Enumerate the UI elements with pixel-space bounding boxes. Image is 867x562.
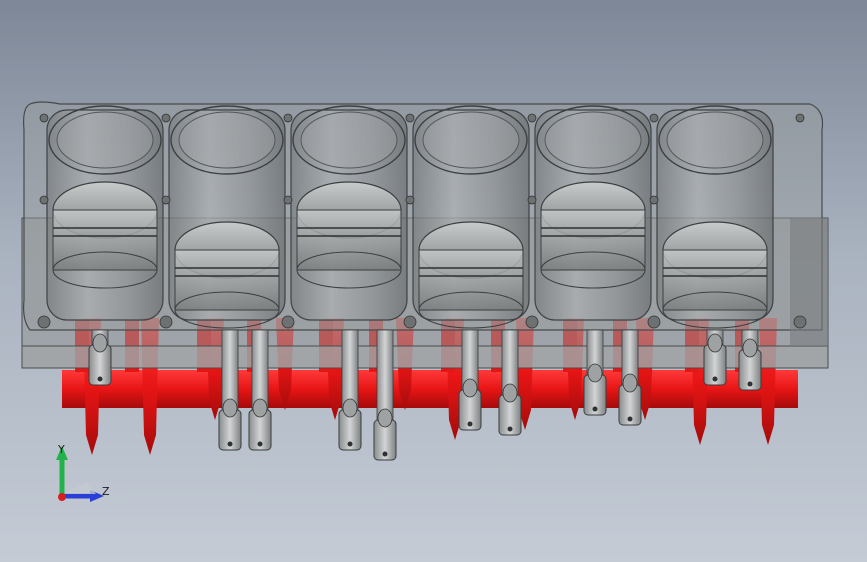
cap-bolt bbox=[592, 406, 598, 412]
rod-big-end bbox=[583, 329, 607, 416]
main-bolt-hole bbox=[525, 315, 539, 329]
piston-skirt bbox=[296, 209, 402, 271]
cylinder bbox=[159, 105, 286, 329]
main-bolt-hole bbox=[281, 315, 295, 329]
cylinder-block[interactable] bbox=[21, 101, 829, 369]
crankshaft-main-journal bbox=[62, 370, 798, 408]
crank-pin-end bbox=[587, 363, 603, 383]
cap-bolt bbox=[97, 376, 103, 382]
main-bolt-hole bbox=[403, 315, 417, 329]
crank-pin-end bbox=[462, 378, 478, 398]
head-bolt-hole bbox=[527, 113, 537, 123]
rod-big-end bbox=[738, 329, 762, 391]
head-bolt-hole bbox=[283, 113, 293, 123]
crank-pin-end bbox=[222, 398, 238, 418]
rod-big-end bbox=[618, 329, 642, 426]
rod-big-end bbox=[703, 329, 727, 386]
main-bolt-hole bbox=[159, 315, 173, 329]
cap-bolt bbox=[747, 381, 753, 387]
rod-big-end bbox=[373, 329, 397, 461]
cylinder bbox=[647, 105, 774, 329]
head-bolt-hole bbox=[161, 113, 171, 123]
rod-big-end bbox=[338, 329, 362, 451]
cylinder bbox=[403, 105, 530, 329]
bore-inner-ring bbox=[422, 111, 520, 169]
bore-inner-ring bbox=[544, 111, 642, 169]
crank-pin-end bbox=[342, 398, 358, 418]
piston-skirt bbox=[662, 249, 768, 311]
z-axis-label: Z bbox=[102, 485, 110, 498]
main-bolt-hole bbox=[647, 315, 661, 329]
head-bolt-hole bbox=[649, 113, 659, 123]
head-bolt-hole bbox=[283, 195, 293, 205]
head-bolt-hole bbox=[161, 195, 171, 205]
rod-big-end bbox=[248, 329, 272, 451]
bore-inner-ring bbox=[56, 111, 154, 169]
piston-skirt bbox=[52, 209, 158, 271]
crank-pin-end bbox=[742, 338, 758, 358]
block-end-face bbox=[790, 218, 828, 346]
cylinder bbox=[281, 105, 408, 329]
main-bolt-hole bbox=[793, 315, 807, 329]
head-bolt-hole bbox=[39, 195, 49, 205]
engine-block-model[interactable] bbox=[0, 0, 867, 562]
piston-skirt bbox=[418, 249, 524, 311]
y-axis-label: Y bbox=[57, 443, 65, 456]
head-bolt-hole bbox=[649, 195, 659, 205]
main-bolt-hole bbox=[37, 315, 51, 329]
rod-big-end bbox=[218, 329, 242, 451]
rod-big-end bbox=[498, 329, 522, 436]
crank-pin-end bbox=[502, 383, 518, 403]
head-bolt-hole bbox=[39, 113, 49, 123]
head-bolt-hole bbox=[527, 195, 537, 205]
rod-big-end bbox=[88, 329, 112, 386]
cylinder bbox=[525, 105, 652, 329]
3d-viewport[interactable]: Y Z bbox=[0, 0, 867, 562]
head-bolt-hole bbox=[795, 113, 805, 123]
cap-bolt bbox=[507, 426, 513, 432]
crank-pin-end bbox=[622, 373, 638, 393]
piston-skirt bbox=[174, 249, 280, 311]
crank-pin-end bbox=[377, 408, 393, 428]
piston-skirt bbox=[540, 209, 646, 271]
head-bolt-hole bbox=[405, 113, 415, 123]
cylinder bbox=[37, 105, 164, 329]
x-axis-dot bbox=[58, 493, 66, 501]
cap-bolt bbox=[347, 441, 353, 447]
bore-inner-ring bbox=[666, 111, 764, 169]
bore-inner-ring bbox=[300, 111, 398, 169]
triad-origin-plane bbox=[64, 482, 96, 494]
crank-pin-end bbox=[92, 333, 108, 353]
crank-pin-end bbox=[252, 398, 268, 418]
cap-bolt bbox=[382, 451, 388, 457]
bore-inner-ring bbox=[178, 111, 276, 169]
cap-bolt bbox=[467, 421, 473, 427]
cap-bolt bbox=[627, 416, 633, 422]
cap-bolt bbox=[257, 441, 263, 447]
cap-bolt bbox=[227, 441, 233, 447]
crank-pin-end bbox=[707, 333, 723, 353]
rod-big-end bbox=[458, 329, 482, 431]
head-bolt-hole bbox=[405, 195, 415, 205]
coordinate-triad: Y Z bbox=[56, 443, 110, 502]
cap-bolt bbox=[712, 376, 718, 382]
